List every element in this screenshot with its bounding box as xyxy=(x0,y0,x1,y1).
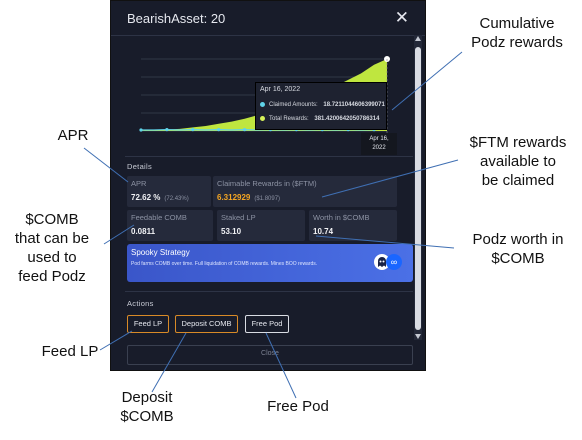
tooltip-total-row: Total Rewards: 381.4200642050786314 xyxy=(260,116,379,122)
staked-label: Staked LP xyxy=(221,213,256,222)
apr-value-text: 72.62 % xyxy=(131,193,161,202)
modal-header: BearishAsset: 20 ✕ xyxy=(111,1,425,36)
claimable-value: 6.312929 ($1.8097) xyxy=(217,193,280,202)
annotation-deposit-text: Deposit $COMB xyxy=(120,389,174,425)
x-tooltip-line1: Apr 16, xyxy=(369,136,389,142)
x-tooltip-line2: 2022 xyxy=(372,145,386,151)
scroll-down-icon[interactable] xyxy=(415,334,421,339)
strategy-title: Spooky Strategy xyxy=(131,248,190,257)
worth-label: Worth in $COMB xyxy=(313,213,370,222)
claimed-dot-icon xyxy=(260,102,265,107)
feedable-card: Feedable COMB 0.0811 xyxy=(127,210,213,241)
annotation-podz-worth: Podz worth in $COMB xyxy=(454,230,582,268)
annotation-ftm-text: $FTM rewards available to be claimed xyxy=(469,134,567,189)
scrollbar-thumb[interactable] xyxy=(415,47,421,330)
apr-value: 72.62 % (72.43%) xyxy=(131,193,189,202)
claimed-point xyxy=(139,128,143,132)
fantom-token-icon: ∞ xyxy=(386,254,402,270)
tooltip-total-value: 381.4200642050786314 xyxy=(314,116,380,123)
feedable-value: 0.0811 xyxy=(131,227,156,236)
total-dot-icon xyxy=(260,116,265,121)
annotation-feed-lp: Feed LP xyxy=(30,342,110,361)
staked-card: Staked LP 53.10 xyxy=(217,210,305,241)
annotation-apr: APR xyxy=(48,126,98,145)
scroll-up-icon[interactable] xyxy=(415,36,421,41)
tooltip-total-label: Total Rewards: xyxy=(269,116,309,123)
chart-tooltip: Apr 16, 2022 Claimed Amounts: 18.7211044… xyxy=(255,82,387,130)
worth-card: Worth in $COMB 10.74 xyxy=(309,210,397,241)
modal-title: BearishAsset: 20 xyxy=(127,11,226,26)
divider xyxy=(125,156,413,157)
annotation-comb-feed-text: $COMB that can be used to feed Podz xyxy=(14,211,90,285)
scrollbar[interactable] xyxy=(414,35,422,340)
annotation-comb-feed: $COMB that can be used to feed Podz xyxy=(0,210,104,286)
annotation-apr-text: APR xyxy=(57,127,89,144)
tooltip-claimed-label: Claimed Amounts: xyxy=(269,102,318,109)
annotation-feed-lp-text: Feed LP xyxy=(41,343,99,360)
deposit-comb-button[interactable]: Deposit COMB xyxy=(175,315,238,333)
close-button[interactable]: Close xyxy=(127,345,413,365)
annotation-deposit: Deposit $COMB xyxy=(112,388,182,426)
actions-heading: Actions xyxy=(127,299,154,308)
free-pod-button[interactable]: Free Pod xyxy=(245,315,289,333)
claimed-point xyxy=(191,128,195,132)
claimed-point xyxy=(217,128,221,132)
claimable-card: Claimable Rewards in ($FTM) 6.312929 ($1.… xyxy=(213,176,397,207)
worth-value: 10.74 xyxy=(313,227,334,236)
annotation-free-pod-text: Free Pod xyxy=(267,398,329,415)
strategy-description: Pod farms COMB over time. Full liquidati… xyxy=(131,261,318,267)
details-heading: Details xyxy=(127,162,153,171)
divider xyxy=(125,291,413,292)
claimable-value-text: 6.312929 xyxy=(217,193,251,202)
apr-card: APR 72.62 % (72.43%) xyxy=(127,176,211,207)
claimable-label: Claimable Rewards in ($FTM) xyxy=(217,179,317,188)
annotation-cumulative: Cumulative Podz rewards xyxy=(452,14,582,52)
annotation-ftm: $FTM rewards available to be claimed xyxy=(454,133,582,190)
apr-label: APR xyxy=(131,179,147,188)
x-axis-tooltip: Apr 16, 2022 xyxy=(361,133,397,155)
claimed-point xyxy=(165,128,169,132)
pod-details-modal: BearishAsset: 20 ✕ Apr 16, 2022 Claimed … xyxy=(110,0,426,371)
annotation-cumulative-text: Cumulative Podz rewards xyxy=(471,15,563,51)
tooltip-date: Apr 16, 2022 xyxy=(260,86,301,93)
tooltip-claimed-row: Claimed Amounts: 18.7211044606399071 xyxy=(260,102,385,108)
close-icon[interactable]: ✕ xyxy=(395,8,409,28)
feed-lp-button[interactable]: Feed LP xyxy=(127,315,169,333)
tooltip-claimed-value: 18.7211044606399071 xyxy=(323,102,385,109)
apr-sub: (72.43%) xyxy=(164,196,189,202)
claimed-point xyxy=(242,128,247,132)
feedable-label: Feedable COMB xyxy=(131,213,187,222)
spooky-strategy-banner: Spooky Strategy Pod farms COMB over time… xyxy=(127,244,413,282)
annotation-podz-worth-text: Podz worth in $COMB xyxy=(472,231,564,267)
claimable-sub: ($1.8097) xyxy=(254,196,281,202)
annotation-free-pod: Free Pod xyxy=(258,397,338,416)
staked-value: 53.10 xyxy=(221,227,242,236)
